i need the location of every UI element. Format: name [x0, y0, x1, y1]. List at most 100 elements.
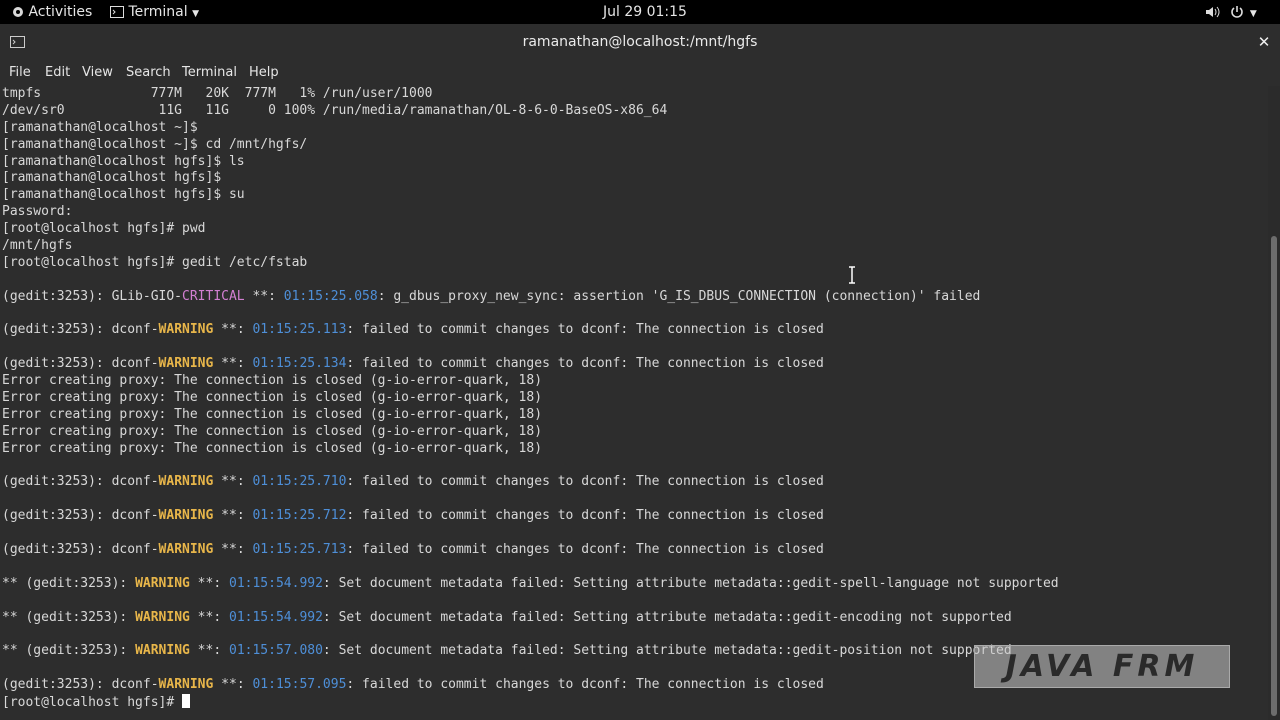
terminal-text: [root@localhost hgfs]# pwd [2, 221, 206, 237]
menu-file[interactable]: File [9, 62, 31, 86]
activities-label: Activities [28, 4, 93, 20]
terminal-text: **: [244, 288, 284, 304]
terminal-text: **: [189, 609, 229, 625]
close-icon[interactable]: ✕ [1256, 32, 1272, 52]
scrollbar[interactable] [1268, 86, 1280, 720]
terminal-text: [ramanathan@localhost ~]$ [2, 119, 198, 135]
terminal-text: : Set document metadata failed: Setting … [322, 643, 1012, 659]
terminal-text: [root@localhost hgfs]# [2, 695, 183, 711]
terminal-text: **: [213, 542, 253, 558]
terminal-line: Error creating proxy: The connection is … [0, 441, 1268, 458]
log-level: CRITICAL [182, 288, 245, 304]
terminal-text: /dev/sr0 11G 11G 0 100% /run/media/raman… [2, 102, 668, 118]
menu-view[interactable]: View [82, 62, 113, 86]
log-level: WARNING [158, 508, 214, 524]
clock[interactable]: Jul 29 01:15 [603, 0, 687, 24]
timestamp: 01:15:25.113 [252, 322, 347, 338]
terminal-line: [ramanathan@localhost ~]$ cd /mnt/hgfs/ [0, 137, 1268, 154]
terminal-text: Error creating proxy: The connection is … [2, 423, 543, 439]
terminal-line: [ramanathan@localhost hgfs]$ su [0, 187, 1268, 204]
terminal-text: Error creating proxy: The connection is … [2, 390, 543, 406]
terminal-line: Error creating proxy: The connection is … [0, 407, 1268, 424]
terminal-line: [ramanathan@localhost hgfs]$ [0, 170, 1268, 187]
terminal-line: (gedit:3253): dconf-WARNING **: 01:15:25… [0, 322, 1268, 339]
terminal-text: **: [213, 356, 253, 372]
terminal-line: /mnt/hgfs [0, 238, 1268, 255]
terminal-line: Password: [0, 204, 1268, 221]
terminal-text: : failed to commit changes to dconf: The… [346, 677, 824, 693]
log-level: WARNING [135, 643, 190, 659]
terminal-text: (gedit:3253): dconf- [2, 677, 159, 693]
terminal-line: Error creating proxy: The connection is … [0, 424, 1268, 441]
terminal-text: **: [213, 508, 253, 524]
terminal-text: ** (gedit:3253): [2, 609, 136, 625]
log-level: WARNING [158, 677, 214, 693]
terminal-text: **: [189, 643, 229, 659]
terminal-text: [ramanathan@localhost hgfs]$ su [2, 187, 245, 203]
terminal-text: [ramanathan@localhost ~]$ cd /mnt/hgfs/ [2, 136, 308, 152]
terminal-line: (gedit:3253): dconf-WARNING **: 01:15:25… [0, 508, 1268, 525]
text-cursor-icon [849, 266, 855, 284]
log-level: WARNING [135, 609, 190, 625]
terminal-text: (gedit:3253): dconf- [2, 356, 159, 372]
log-level: WARNING [158, 474, 214, 490]
top-bar: Activities Terminal ▼ Jul 29 01:15 ▼ [0, 0, 1280, 24]
terminal-icon [110, 6, 124, 18]
terminal-text: (gedit:3253): dconf- [2, 474, 159, 490]
timestamp: 01:15:57.095 [252, 677, 347, 693]
terminal-line: tmpfs 777M 20K 777M 1% /run/user/1000 [0, 86, 1268, 103]
scrollbar-thumb[interactable] [1271, 236, 1277, 716]
terminal-text: **: [213, 474, 253, 490]
terminal-line: [root@localhost hgfs]# [0, 694, 1268, 711]
activities-button[interactable]: Activities [12, 0, 92, 24]
menu-edit[interactable]: Edit [45, 62, 70, 86]
terminal-text: (gedit:3253): dconf- [2, 542, 159, 558]
terminal-text: Error creating proxy: The connection is … [2, 406, 543, 422]
terminal-text: [ramanathan@localhost hgfs]$ ls [2, 153, 245, 169]
terminal-text: : g_dbus_proxy_new_sync: assertion 'G_IS… [377, 288, 981, 304]
terminal-text: ** (gedit:3253): [2, 643, 136, 659]
volume-icon [1206, 6, 1220, 18]
timestamp: 01:15:25.058 [283, 288, 378, 304]
terminal-line: Error creating proxy: The connection is … [0, 390, 1268, 407]
app-menu-button[interactable]: Terminal ▼ [110, 0, 199, 24]
system-menu[interactable]: ▼ [1205, 0, 1257, 24]
terminal-text: (gedit:3253): dconf- [2, 508, 159, 524]
terminal-text: : Set document metadata failed: Setting … [322, 609, 1012, 625]
terminal-text: (gedit:3253): GLib-GIO- [2, 288, 183, 304]
terminal-text: [root@localhost hgfs]# gedit /etc/fstab [2, 254, 308, 270]
terminal-text: ** (gedit:3253): [2, 575, 136, 591]
terminal-text: Error creating proxy: The connection is … [2, 440, 543, 456]
menu-terminal[interactable]: Terminal [182, 62, 237, 86]
terminal-line: [root@localhost hgfs]# pwd [0, 221, 1268, 238]
window-titlebar[interactable]: ramanathan@localhost:/mnt/hgfs ✕ [0, 24, 1280, 63]
terminal-text: /mnt/hgfs [2, 238, 73, 254]
watermark-logo: JAVA FRM [974, 645, 1230, 688]
terminal-text: Password: [2, 204, 73, 220]
timestamp: 01:15:25.134 [252, 356, 347, 372]
terminal-output[interactable]: tmpfs 777M 20K 777M 1% /run/user/1000/de… [0, 86, 1268, 720]
terminal-cursor [182, 694, 191, 709]
activities-icon [13, 7, 23, 17]
log-level: WARNING [158, 322, 214, 338]
terminal-line: /dev/sr0 11G 11G 0 100% /run/media/raman… [0, 103, 1268, 120]
terminal-text: **: [213, 322, 253, 338]
terminal-text: : failed to commit changes to dconf: The… [346, 508, 824, 524]
log-level: WARNING [135, 575, 190, 591]
menu-help[interactable]: Help [249, 62, 279, 86]
timestamp: 01:15:25.710 [252, 474, 347, 490]
terminal-text: tmpfs 777M 20K 777M 1% /run/user/1000 [2, 86, 433, 101]
terminal-line: [ramanathan@localhost hgfs]$ ls [0, 154, 1268, 171]
terminal-text: **: [213, 677, 253, 693]
chevron-down-icon: ▼ [1249, 9, 1257, 19]
terminal-line: [ramanathan@localhost ~]$ [0, 120, 1268, 137]
menu-search[interactable]: Search [126, 62, 171, 86]
timestamp: 01:15:57.080 [229, 643, 323, 659]
terminal-text: : failed to commit changes to dconf: The… [346, 322, 824, 338]
